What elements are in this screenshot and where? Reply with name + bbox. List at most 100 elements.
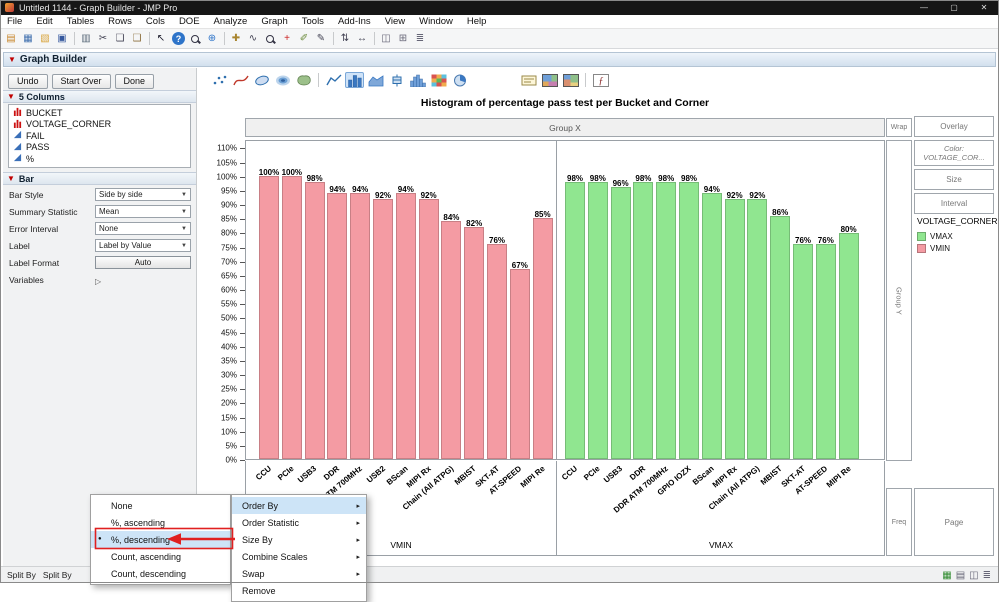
menu-add-ins[interactable]: Add-Ins	[331, 16, 378, 27]
column-item-[interactable]: %	[9, 153, 190, 165]
vmax-bar-ddr-atm-700mhz[interactable]	[656, 181, 677, 459]
box-plot-icon[interactable]	[387, 72, 406, 88]
column-item-pass[interactable]: PASS	[9, 142, 190, 154]
menu-help[interactable]: Help	[460, 16, 494, 27]
column-item-fail[interactable]: FAIL	[9, 130, 190, 142]
menu-edit[interactable]: Edit	[29, 16, 59, 27]
caption-box-icon[interactable]	[519, 72, 538, 88]
vmin-bar-ddr-atm-700mhz[interactable]	[350, 192, 371, 459]
x-category-label[interactable]: PCIe	[276, 464, 295, 482]
menu-item-combine-scales[interactable]: Combine Scales ▸	[232, 548, 366, 565]
x-category-label[interactable]: CCU	[560, 464, 579, 482]
vmax-bar-skt-at[interactable]	[793, 243, 813, 459]
open-icon[interactable]: ▧	[37, 31, 53, 46]
brush-icon[interactable]: ✐	[296, 31, 312, 46]
vmax-bar-mipi-rx[interactable]	[724, 198, 745, 459]
paste-icon[interactable]: ❑	[129, 31, 145, 46]
vmin-bar-pcie[interactable]	[281, 175, 302, 459]
error-interval-select[interactable]: None ▼	[95, 222, 191, 235]
vmin-bar-usb3[interactable]	[304, 181, 325, 459]
list-icon[interactable]: ≣	[412, 31, 428, 46]
table-status-icon[interactable]: ▤	[956, 570, 965, 581]
plot-area[interactable]: 100% 100% 98% 94% 94% 92% 94% 92% 84% 82% 76% 67% 85…	[245, 140, 885, 460]
menu-item-remove[interactable]: Remove	[232, 582, 366, 599]
lasso-icon[interactable]: ∿	[245, 31, 261, 46]
search-icon[interactable]	[187, 31, 203, 46]
red-triangle-icon[interactable]: ▼	[8, 55, 16, 64]
red-triangle-icon[interactable]: ▼	[7, 92, 15, 101]
new-data-table-icon[interactable]: ▦	[20, 31, 36, 46]
menu-tools[interactable]: Tools	[295, 16, 331, 27]
vmax-bar-bscan[interactable]	[701, 192, 722, 459]
wrap-drop-zone[interactable]: Wrap	[886, 118, 912, 137]
menu-item-ascending[interactable]: %, ascending	[91, 514, 230, 531]
vmin-bar-at-speed[interactable]	[509, 269, 530, 459]
vmax-bar-usb3[interactable]	[610, 187, 631, 459]
columns-panel-header[interactable]: ▼ 5 Columns	[3, 90, 196, 103]
save-icon[interactable]: ▣	[54, 31, 70, 46]
select-arrow-icon[interactable]: ↖	[153, 31, 169, 46]
contour-icon[interactable]	[273, 72, 292, 88]
label-select[interactable]: Label by Value ▼	[95, 239, 191, 252]
variables-disclosure-icon[interactable]: ▷	[95, 277, 101, 286]
data-grid-status-icon[interactable]: ▦	[942, 570, 951, 581]
new-journal-icon[interactable]: ▤	[3, 31, 19, 46]
x-category-label[interactable]: USB2	[365, 464, 387, 485]
vmin-bar-mbist[interactable]	[464, 226, 485, 459]
interval-drop-zone[interactable]: Interval	[914, 193, 994, 214]
y-axis[interactable]: 0% 5% 10% 15% 20% 25% 30% 35% 40% 45% 50% 55% 60% 65%…	[197, 140, 245, 465]
undo-button[interactable]: Undo	[8, 74, 48, 89]
journal-icon[interactable]: ◫	[378, 31, 394, 46]
auto-button[interactable]: Auto	[95, 256, 191, 269]
menu-item-swap[interactable]: Swap ▸	[232, 565, 366, 582]
scroller-icon[interactable]: ⇅	[337, 31, 353, 46]
print-icon[interactable]: ▥	[78, 31, 94, 46]
bar-panel-header[interactable]: ▼ Bar	[3, 172, 196, 185]
vmin-bar-bscan[interactable]	[395, 192, 416, 459]
menu-item-order-statistic[interactable]: Order Statistic ▸	[232, 514, 366, 531]
help-icon[interactable]: ?	[172, 32, 185, 45]
cut-icon[interactable]: ✂	[95, 31, 111, 46]
smoother-icon[interactable]	[231, 72, 250, 88]
page-drop-zone[interactable]: Page	[914, 488, 994, 556]
freq-drop-zone[interactable]: Freq	[886, 488, 912, 556]
vmin-bar-skt-at[interactable]	[487, 243, 507, 459]
globe-icon[interactable]: ⊕	[204, 31, 220, 46]
annotate-icon[interactable]: ✎	[313, 31, 329, 46]
vmax-bar-ccu[interactable]	[565, 181, 585, 459]
x-category-label[interactable]: MIPI Re	[824, 464, 852, 489]
mosaic-icon[interactable]	[561, 72, 580, 88]
start-over-button[interactable]: Start Over	[51, 74, 111, 89]
grabber-icon[interactable]: ✚	[228, 31, 244, 46]
red-triangle-icon[interactable]: ▼	[7, 174, 15, 183]
menu-rows[interactable]: Rows	[101, 16, 139, 27]
close-button[interactable]: ✕	[969, 0, 999, 15]
menu-window[interactable]: Window	[412, 16, 460, 27]
menu-item-descending[interactable]: ● %, descending	[91, 531, 230, 548]
vmax-bar-gpio-iozx[interactable]	[679, 181, 699, 459]
vmin-bar-ccu[interactable]	[259, 175, 279, 459]
menu-doe[interactable]: DOE	[172, 16, 207, 27]
vmin-bar-ddr[interactable]	[327, 192, 348, 459]
window-status-icon[interactable]: ◫	[969, 570, 978, 581]
menu-analyze[interactable]: Analyze	[207, 16, 255, 27]
list-status-icon[interactable]: ≣	[983, 570, 991, 581]
legend-item-vmin[interactable]: VMIN	[917, 242, 995, 254]
area-icon[interactable]	[366, 72, 385, 88]
menu-item-none[interactable]: None	[91, 497, 230, 514]
treemap-icon[interactable]	[540, 72, 559, 88]
size-drop-zone[interactable]: Size	[914, 169, 994, 190]
group-y-drop-zone[interactable]: Group Y	[886, 140, 912, 461]
line-icon[interactable]	[324, 72, 343, 88]
vmax-bar-ddr[interactable]	[633, 181, 654, 459]
menu-view[interactable]: View	[378, 16, 412, 27]
pie-icon[interactable]	[450, 72, 469, 88]
bar-icon[interactable]	[345, 72, 364, 88]
x-category-label[interactable]: MIPI Re	[518, 464, 546, 489]
group-x-drop-zone[interactable]: Group X	[245, 118, 885, 137]
histogram-icon[interactable]	[408, 72, 427, 88]
x-category-label[interactable]: USB3	[602, 464, 624, 485]
heatmap-icon[interactable]	[429, 72, 448, 88]
zoom-icon[interactable]	[262, 31, 278, 46]
points-icon[interactable]	[210, 72, 229, 88]
